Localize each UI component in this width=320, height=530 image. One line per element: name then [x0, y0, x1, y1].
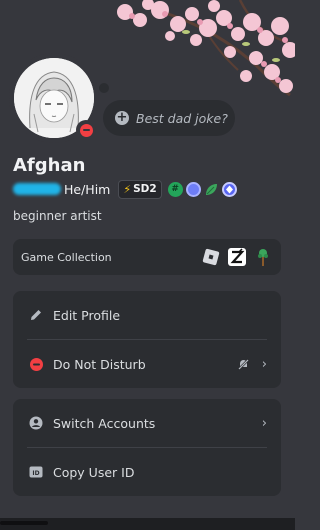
bottom-bar: [0, 518, 295, 530]
dnd-status-icon: [79, 123, 93, 137]
terraria-tree-icon[interactable]: [253, 247, 273, 267]
copy-user-id-button[interactable]: ID Copy User ID: [13, 448, 281, 496]
svg-text:ID: ID: [32, 470, 39, 477]
lightning-icon: ⚡: [123, 182, 132, 196]
copy-user-id-label: Copy User ID: [53, 464, 135, 480]
plus-icon: +: [115, 110, 129, 125]
pencil-icon: [28, 307, 44, 323]
zenless-zone-zero-icon[interactable]: [227, 247, 247, 267]
account-actions-card: Switch Accounts › ID Copy User ID: [13, 399, 281, 496]
nitro-badge-icon[interactable]: [221, 181, 237, 197]
notifications-off-icon: [237, 358, 250, 371]
username-redacted: [13, 183, 61, 195]
do-not-disturb-label: Do Not Disturb: [53, 356, 146, 372]
hypesquad-badge-icon[interactable]: [185, 181, 201, 197]
custom-status-placeholder: Best dad joke?: [136, 110, 228, 126]
username-row: He/Him ⚡ SD2 #: [13, 179, 240, 199]
leaf-badge-icon[interactable]: [204, 182, 219, 197]
profile-actions-card: Edit Profile Do Not Disturb ›: [13, 291, 281, 388]
avatar[interactable]: [9, 53, 99, 143]
server-tag-label: SD2: [133, 183, 157, 195]
pronouns: He/Him: [64, 181, 111, 197]
do-not-disturb-button[interactable]: Do Not Disturb ›: [13, 340, 281, 388]
server-tag[interactable]: ⚡ SD2: [118, 179, 162, 199]
chevron-right-icon: ›: [261, 415, 267, 431]
custom-status-bubble[interactable]: + Best dad joke?: [103, 100, 235, 136]
thought-bubble-dot: [99, 83, 109, 93]
edit-profile-label: Edit Profile: [53, 307, 121, 323]
switch-accounts-button[interactable]: Switch Accounts ›: [13, 399, 281, 447]
display-name: Afghan: [13, 155, 86, 176]
hashtag-badge-icon[interactable]: #: [167, 181, 183, 197]
bottom-bar-segment: [0, 521, 48, 525]
switch-accounts-label: Switch Accounts: [53, 415, 156, 431]
chevron-right-icon: ›: [261, 356, 267, 372]
game-collection-label: Game Collection: [21, 250, 112, 264]
game-collection[interactable]: Game Collection: [13, 239, 281, 275]
bio-text: beginner artist: [13, 209, 102, 223]
dnd-status-indicator: [76, 120, 96, 140]
edit-profile-button[interactable]: Edit Profile: [13, 291, 281, 339]
dnd-status-icon: [28, 356, 44, 372]
roblox-icon[interactable]: [201, 247, 221, 267]
user-circle-icon: [28, 415, 44, 431]
id-card-icon: ID: [28, 464, 44, 480]
